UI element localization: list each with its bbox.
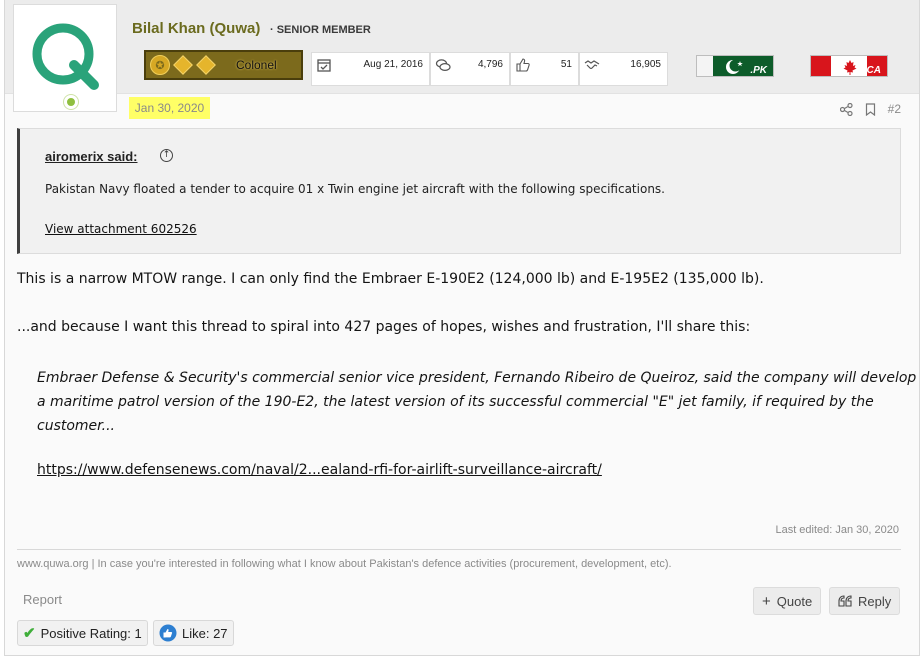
report-link[interactable]: Report <box>23 592 62 607</box>
quote-button[interactable]: + Quote <box>753 587 822 615</box>
reply-button-label: Reply <box>858 593 892 609</box>
calendar-icon <box>317 59 331 72</box>
external-link[interactable]: https://www.defensenews.com/naval/2...ea… <box>37 462 602 478</box>
flag-tld-ca: .CA <box>863 65 881 76</box>
flag-canada[interactable]: .CA <box>810 55 888 77</box>
messages-count: 4,796 <box>477 59 503 70</box>
like-label: Like: 27 <box>182 625 228 641</box>
post-paragraph-2: ...and because I want this thread to spi… <box>17 319 751 335</box>
points-count: 16,905 <box>630 59 661 70</box>
checkmark-icon: ✔ <box>23 625 36 642</box>
reply-quote-icon <box>838 595 852 607</box>
stat-messages: 4,796 <box>430 52 510 86</box>
joined-date: Aug 21, 2016 <box>363 59 424 70</box>
bookmark-icon[interactable] <box>865 102 876 116</box>
stat-points: 16,905 <box>579 52 668 86</box>
user-title: · SENIOR MEMBER <box>270 24 371 36</box>
handshake-icon <box>584 60 600 70</box>
post-number[interactable]: #2 <box>888 102 901 116</box>
reaction-positive-rating[interactable]: ✔ Positive Rating: 1 <box>17 620 148 646</box>
arrow-up-circle-icon[interactable]: ↑ <box>160 149 173 162</box>
post-container: Bilal Khan (Quwa) · SENIOR MEMBER ✪ Colo… <box>4 0 920 656</box>
post-header-actions: #2 <box>839 102 901 116</box>
flag-tld-pk: .PK <box>750 65 767 76</box>
user-info-bar: Bilal Khan (Quwa) · SENIOR MEMBER ✪ Colo… <box>5 0 919 94</box>
stat-reactions: 51 <box>510 52 579 86</box>
thumbs-up-icon <box>516 58 530 72</box>
embedded-quote-text: Embraer Defense & Security's commercial … <box>37 370 917 434</box>
rank-label: Colonel <box>236 58 277 72</box>
signature-text: www.quwa.org | In case you're interested… <box>17 558 672 570</box>
reactions-count: 51 <box>560 59 572 70</box>
avatar[interactable] <box>13 4 117 112</box>
like-icon <box>159 624 177 642</box>
attachment-link[interactable]: View attachment 602526 <box>45 222 197 236</box>
quote-author[interactable]: airomerix said: <box>45 149 138 164</box>
positive-rating-label: Positive Rating: 1 <box>40 625 142 641</box>
share-icon[interactable] <box>839 102 853 116</box>
rank-insignia-icon: ✪ <box>150 55 216 75</box>
post-date[interactable]: Jan 30, 2020 <box>129 97 210 119</box>
online-status-indicator <box>64 95 78 109</box>
maple-leaf-icon <box>843 60 857 75</box>
plus-icon: + <box>762 592 771 610</box>
crescent-star-icon <box>726 59 743 74</box>
flag-pakistan[interactable]: .PK <box>696 55 774 77</box>
quote-block: airomerix said: ↑ Pakistan Navy floated … <box>17 128 901 254</box>
stat-joined: Aug 21, 2016 <box>311 52 430 86</box>
avatar-q-logo <box>32 23 99 90</box>
quote-button-label: Quote <box>776 593 813 609</box>
rank-banner: ✪ Colonel <box>144 50 303 80</box>
username-link[interactable]: Bilal Khan (Quwa) <box>132 20 260 37</box>
reply-button[interactable]: Reply <box>829 587 901 615</box>
signature-divider <box>17 549 901 550</box>
quote-text: Pakistan Navy floated a tender to acquir… <box>45 182 665 196</box>
reaction-like[interactable]: Like: 27 <box>153 620 234 646</box>
post-paragraph-1: This is a narrow MTOW range. I can only … <box>17 271 764 287</box>
messages-icon <box>435 59 451 72</box>
last-edited: Last edited: Jan 30, 2020 <box>775 524 899 536</box>
